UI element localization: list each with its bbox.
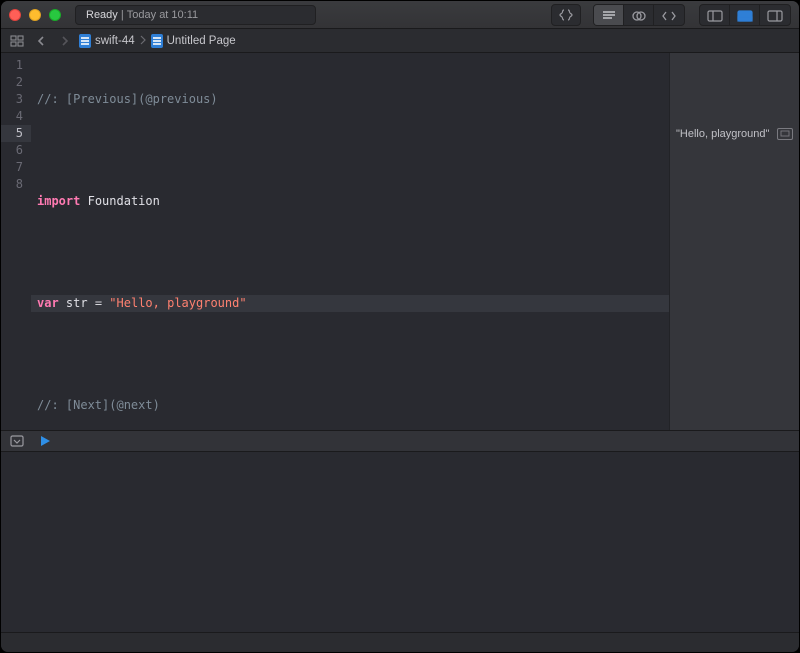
comment-token: //: [Previous](@previous) (37, 92, 218, 106)
result-row[interactable]: "Hello, playground" (676, 125, 793, 142)
chevron-left-icon (37, 35, 45, 47)
breadcrumb-separator (140, 35, 146, 45)
chevron-right-icon (140, 35, 146, 45)
status-time: Today at 10:11 (127, 9, 198, 21)
playground-page-icon (151, 34, 163, 48)
debug-console[interactable] (1, 452, 799, 632)
nav-back-button[interactable] (31, 35, 51, 47)
quicklook-icon[interactable] (777, 128, 793, 140)
identifier-token: Foundation (88, 194, 160, 208)
identifier-token: str (66, 296, 88, 310)
status-separator: | (118, 9, 127, 21)
close-window-button[interactable] (9, 9, 21, 21)
toggle-debug-area-button[interactable] (730, 5, 760, 26)
result-value: "Hello, playground" (676, 128, 769, 140)
grid-icon (10, 35, 24, 47)
activity-status: Ready | Today at 10:11 (75, 5, 316, 25)
zoom-window-button[interactable] (49, 9, 61, 21)
line-number-gutter: 1 2 3 4 5 6 7 8 (1, 53, 31, 430)
bottom-bar (1, 632, 799, 652)
standard-editor-button[interactable] (594, 5, 624, 26)
right-panel-icon (767, 10, 783, 22)
venn-icon (632, 9, 646, 23)
chevron-right-icon (61, 35, 69, 47)
main-area: 1 2 3 4 5 6 7 8 //: [Previous](@previous… (1, 53, 799, 430)
breadcrumb-project[interactable]: swift-44 (79, 34, 135, 48)
rect-icon (780, 130, 790, 137)
status-state: Ready (86, 9, 118, 21)
operator-token: = (88, 296, 110, 310)
line-number: 1 (1, 57, 31, 74)
double-arrow-icon (662, 10, 676, 22)
breadcrumb-project-label: swift-44 (95, 35, 135, 47)
play-icon (41, 436, 50, 446)
line-number: 2 (1, 74, 31, 91)
line-number: 5 (1, 125, 31, 142)
keyword-token: import (37, 194, 80, 208)
toggle-debug-view-button[interactable] (9, 433, 25, 449)
library-button[interactable] (551, 4, 581, 26)
jump-bar: swift-44 Untitled Page (1, 29, 799, 53)
braces-icon (559, 9, 573, 21)
run-playground-button[interactable] (37, 433, 53, 449)
source-editor[interactable]: 1 2 3 4 5 6 7 8 //: [Previous](@previous… (1, 53, 669, 430)
titlebar: Ready | Today at 10:11 (1, 1, 799, 29)
minimize-window-button[interactable] (29, 9, 41, 21)
line-number: 3 (1, 91, 31, 108)
keyword-token: var (37, 296, 59, 310)
line-number: 4 (1, 108, 31, 125)
string-token: "Hello, playground" (109, 296, 246, 310)
nav-forward-button[interactable] (55, 35, 75, 47)
version-editor-button[interactable] (654, 5, 684, 26)
window-controls (9, 9, 61, 21)
breadcrumb-page-label: Untitled Page (167, 35, 236, 47)
bottom-panel-icon (737, 10, 753, 22)
line-number: 7 (1, 159, 31, 176)
playground-file-icon (79, 34, 91, 48)
debug-bar (1, 430, 799, 452)
editor-mode-group (593, 4, 685, 26)
related-items-button[interactable] (7, 35, 27, 47)
results-sidebar: "Hello, playground" (669, 53, 799, 430)
assistant-editor-button[interactable] (624, 5, 654, 26)
lines-icon (602, 11, 616, 21)
left-panel-icon (707, 10, 723, 22)
toggle-inspector-button[interactable] (760, 5, 790, 26)
comment-token: //: [Next](@next) (37, 398, 160, 412)
toggle-navigator-button[interactable] (700, 5, 730, 26)
chevron-down-box-icon (10, 435, 24, 447)
code-area[interactable]: //: [Previous](@previous) import Foundat… (31, 53, 669, 430)
line-number: 8 (1, 176, 31, 193)
line-number: 6 (1, 142, 31, 159)
breadcrumb-page[interactable]: Untitled Page (151, 34, 236, 48)
panel-toggle-group (699, 4, 791, 26)
xcode-window: Ready | Today at 10:11 (0, 0, 800, 653)
